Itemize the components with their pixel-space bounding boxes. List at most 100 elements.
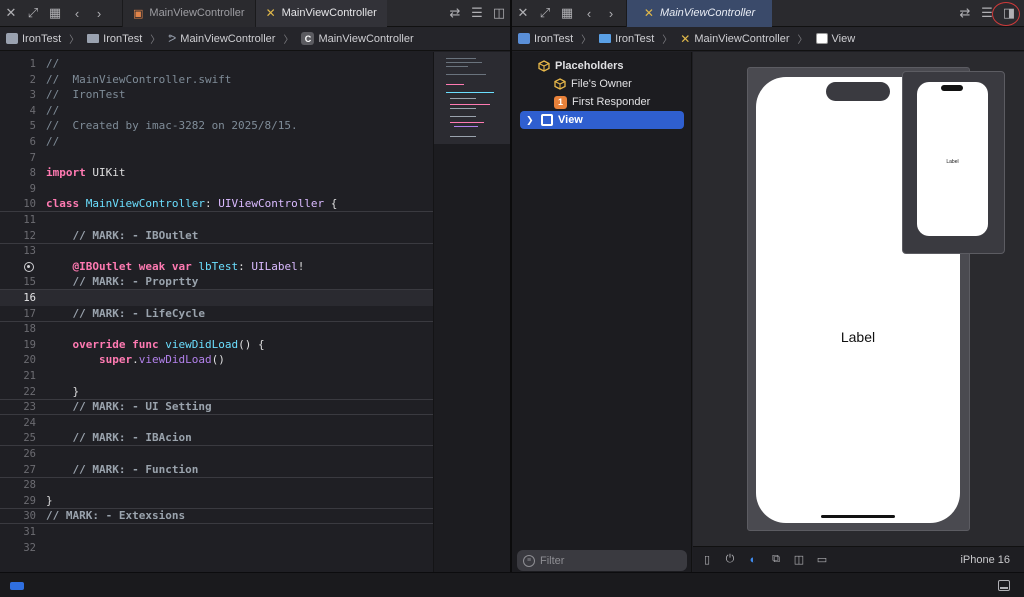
breadcrumb-class[interactable]: C MainViewController [301, 32, 414, 45]
minimap-line [446, 84, 464, 85]
code-token: // MARK: - Extexsions [46, 509, 186, 523]
forward-arrow-icon[interactable]: › [88, 0, 110, 27]
code-line[interactable]: 2 // MainViewController.swift [0, 72, 433, 88]
code-line[interactable]: 16 [0, 290, 433, 306]
code-line[interactable]: 8 import UIKit [0, 165, 433, 181]
breadcrumb-view[interactable]: View [815, 33, 855, 45]
left-breadcrumb: IronTest 〉 IronTest 〉 ᕗ MainViewControll… [0, 27, 510, 51]
code-line[interactable]: 32 [0, 540, 433, 556]
code-text: // MARK: - Function [46, 462, 198, 478]
grid-icon[interactable]: ▦ [44, 0, 66, 27]
swap-icon[interactable]: ⇄ [444, 0, 466, 27]
minimap-line [450, 104, 490, 105]
line-number: 15 [23, 276, 36, 289]
outline-first-responder[interactable]: 1 First Responder [512, 93, 684, 111]
code-line[interactable]: 30 // MARK: - Extexsions [0, 508, 433, 525]
outline-view[interactable]: ❯ View [520, 111, 684, 129]
debug-area-icon[interactable] [10, 582, 24, 590]
breadcrumb-project[interactable]: IronTest [518, 33, 573, 45]
editor-options-icon[interactable]: ☰ [466, 0, 488, 27]
code-text: import UIKit [46, 165, 126, 181]
code-line[interactable]: 13 [0, 243, 433, 259]
code-line[interactable]: 12 // MARK: - IBOutlet [0, 228, 433, 244]
code-line[interactable]: 9 [0, 181, 433, 197]
chevron-right-icon[interactable]: ❯ [526, 115, 536, 126]
split-editor-icon[interactable]: ◫ [488, 0, 510, 27]
device-selector[interactable]: iPhone 16 [960, 554, 1010, 566]
code-line[interactable]: 29} [0, 493, 433, 509]
outline-filter-field[interactable]: ≡ Filter [517, 550, 687, 571]
back-arrow-icon[interactable]: ‹ [578, 0, 600, 27]
outlet-connection-icon[interactable] [24, 261, 34, 272]
code-token: UILabel [251, 259, 298, 273]
appearance-icon[interactable]: ◐ [747, 554, 759, 566]
line-number: 30 [23, 510, 36, 523]
line-number: 32 [23, 541, 36, 554]
left-editor-pane: ✕ ⤢ ▦ ‹ › ▣ MainViewController ✕ MainVie… [0, 0, 511, 572]
code-token: UIViewController [218, 197, 325, 211]
close-icon[interactable]: ✕ [512, 0, 534, 27]
code-text: override func viewDidLoad() { [46, 337, 265, 353]
label-element[interactable]: Label [756, 329, 960, 345]
code-line[interactable]: 14 @IBOutlet weak var lbTest: UILabel! [0, 259, 433, 275]
power-icon[interactable]: ⏻ [724, 553, 736, 566]
code-line[interactable]: 20 super.viewDidLoad() [0, 352, 433, 368]
breadcrumb-project[interactable]: IronTest [6, 33, 61, 45]
breadcrumb-folder[interactable]: IronTest [87, 33, 142, 45]
minimap-line [450, 98, 476, 99]
grid-icon[interactable]: ▦ [556, 0, 578, 27]
code-line[interactable]: 31 [0, 524, 433, 540]
code-line[interactable]: 25 // MARK: - IBAcion [0, 430, 433, 447]
code-line[interactable]: 6 // [0, 134, 433, 150]
code-line[interactable]: 4 // [0, 103, 433, 119]
back-arrow-icon[interactable]: ‹ [66, 0, 88, 27]
tab-main-view-controller-xib[interactable]: ✕ MainViewController [626, 0, 772, 27]
interface-builder-canvas[interactable]: Label Label [693, 52, 1024, 572]
code-line[interactable]: 7 [0, 150, 433, 166]
code-line[interactable]: 10 class MainViewController: UIViewContro… [0, 196, 433, 213]
code-line[interactable]: 28 [0, 477, 433, 493]
code-line[interactable]: 27 // MARK: - Function [0, 462, 433, 478]
layout-icon[interactable]: ◫ [793, 554, 805, 566]
breadcrumb-file[interactable]: ✕ MainViewController [680, 32, 789, 46]
code-line[interactable]: 21 [0, 368, 433, 384]
code-line[interactable]: 11 [0, 212, 433, 228]
code-line[interactable]: 17 // MARK: - LifeCycle [0, 306, 433, 322]
expand-icon[interactable]: ⤢ [534, 0, 556, 27]
sidebar-toggle-icon[interactable]: ▯ [701, 554, 713, 566]
outline-placeholders[interactable]: Placeholders [512, 57, 684, 75]
code-line[interactable]: 19 override func viewDidLoad() { [0, 337, 433, 353]
outline-files-owner[interactable]: File's Owner [512, 75, 684, 93]
code-token: : [238, 259, 252, 273]
preview-panel[interactable]: Label [902, 71, 1005, 254]
code-line[interactable]: 26 [0, 446, 433, 462]
tab-main-view-controller-xib[interactable]: ✕ MainViewController [254, 0, 387, 27]
code-line[interactable]: 24 [0, 415, 433, 431]
code-line[interactable]: 22 } [0, 384, 433, 400]
tab-main-view-controller-swift[interactable]: ▣ MainViewController [122, 0, 255, 27]
breadcrumb-file[interactable]: ᕗ MainViewController [168, 32, 275, 46]
expand-icon[interactable]: ⤢ [22, 0, 44, 27]
line-number: 24 [23, 416, 36, 429]
orientation-icon[interactable]: ⧉ [770, 553, 782, 566]
code-line[interactable]: 18 [0, 321, 433, 337]
minimap[interactable] [433, 52, 511, 572]
breadcrumb-folder[interactable]: IronTest [599, 33, 654, 45]
code-token: } [46, 493, 53, 507]
code-text: } [46, 493, 53, 509]
code-line[interactable]: 3 // IronTest [0, 87, 433, 103]
view-icon [815, 33, 828, 44]
close-icon[interactable]: ✕ [0, 0, 22, 27]
code-line[interactable]: 5 // Created by imac-3282 on 2025/8/15. [0, 118, 433, 134]
code-line[interactable]: 1 // [0, 56, 433, 72]
tab-label: MainViewController [281, 7, 377, 19]
code-line[interactable]: 15 // MARK: - Proprtty [0, 274, 433, 291]
breadcrumb-label: MainViewController [318, 32, 414, 45]
phone-icon[interactable]: ▭ [816, 554, 828, 566]
code-editor[interactable]: 1 // 2 // MainViewController.swift 3 // IronT… [0, 52, 433, 572]
folder-icon [599, 34, 612, 43]
forward-arrow-icon[interactable]: › [600, 0, 622, 27]
bottom-panel-toggle-icon[interactable] [998, 580, 1010, 591]
code-line[interactable]: 23 // MARK: - UI Setting [0, 399, 433, 416]
swap-icon[interactable]: ⇄ [954, 0, 976, 27]
